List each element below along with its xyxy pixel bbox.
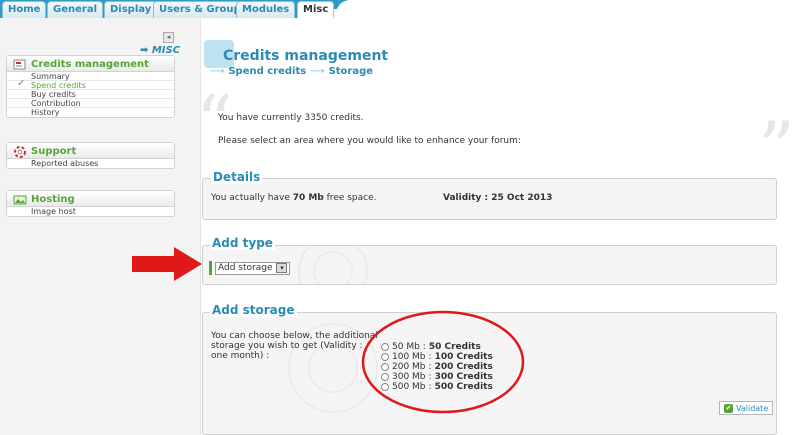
- menu-head-hosting-label: Hosting: [31, 194, 75, 205]
- validate-label: Validate: [736, 403, 769, 413]
- free-space-suffix: free space.: [323, 193, 377, 203]
- close-quote-icon: ”: [758, 106, 795, 190]
- collapse-sidebar-button[interactable]: ◂: [163, 32, 174, 43]
- credits-intro: You have currently 3350 credits.: [218, 113, 364, 123]
- free-space-text: You actually have 70 Mb free space.: [211, 193, 377, 203]
- credits-icon: [13, 59, 27, 71]
- details-fieldset: Details You actually have 70 Mb free spa…: [202, 170, 777, 220]
- tabbar-curve: [336, 0, 799, 18]
- page-title: Credits management: [223, 48, 389, 64]
- free-space-prefix: You actually have: [211, 193, 293, 203]
- breadcrumb: ⟶ Spend credits ⟶ Storage: [210, 66, 373, 77]
- validity-text: Validity : 25 Oct 2013: [443, 193, 553, 203]
- breadcrumb-arrow-icon: ⟶: [210, 66, 225, 77]
- add-type-select[interactable]: Add storage ▾: [215, 261, 291, 275]
- tab-display[interactable]: Display: [104, 1, 158, 18]
- add-storage-legend: Add storage: [210, 303, 297, 317]
- red-arrow-annotation: [132, 247, 202, 281]
- tab-home[interactable]: Home: [2, 1, 47, 18]
- menu-head-support-label: Support: [31, 146, 77, 157]
- top-tab-bar: Home General Display Users & Groups Modu…: [0, 0, 799, 18]
- menu-hosting: Hosting Image host: [6, 190, 175, 217]
- sidebar-item-buy-credits[interactable]: Buy credits: [7, 90, 174, 99]
- sidebar-item-contribution[interactable]: Contribution: [7, 99, 174, 108]
- menu-head-credits-label: Credits management: [31, 59, 149, 70]
- hosting-icon: [13, 194, 27, 206]
- validate-button[interactable]: ✔ Validate: [719, 401, 774, 415]
- sidebar-item-summary[interactable]: Summary: [7, 72, 174, 81]
- swirl-decoration: [298, 246, 368, 284]
- tab-general[interactable]: General: [47, 1, 103, 18]
- menu-credits-management: Credits management Summary ✓ Spend credit…: [6, 55, 175, 118]
- checkmark-icon: ✔: [724, 403, 733, 413]
- check-icon: ✓: [17, 78, 26, 89]
- sidebar-item-reported-abuses[interactable]: Reported abuses: [7, 159, 174, 168]
- credits-amount: 3350 credits.: [304, 113, 364, 123]
- lifebuoy-icon: [13, 145, 27, 158]
- breadcrumb-storage: Storage: [328, 66, 374, 77]
- add-type-selected: Add storage: [218, 263, 273, 273]
- sidebar-item-image-host[interactable]: Image host: [7, 207, 174, 216]
- sidebar-item-history[interactable]: History: [7, 108, 174, 117]
- select-area-text: Please select an area where you would li…: [218, 136, 521, 146]
- swirl-decoration: [313, 251, 353, 284]
- free-space-value: 70 Mb: [292, 193, 324, 203]
- sidebar: ◂ ➡ MISC Credits management Summary ✓ Spe…: [0, 18, 201, 435]
- menu-head-support[interactable]: Support: [7, 143, 174, 159]
- sidebar-item-spend-credits-label: Spend credits: [31, 81, 86, 90]
- menu-head-hosting[interactable]: Hosting: [7, 191, 174, 207]
- details-legend: Details: [211, 170, 263, 184]
- storage-description: You can choose below, the additional sto…: [211, 331, 378, 361]
- menu-support: Support Reported abuses: [6, 142, 175, 169]
- menu-head-credits[interactable]: Credits management: [7, 56, 174, 72]
- sidebar-item-spend-credits[interactable]: ✓ Spend credits: [7, 78, 174, 90]
- tab-modules[interactable]: Modules: [236, 1, 296, 18]
- credits-intro-prefix: You have currently: [218, 113, 305, 123]
- add-type-fieldset: Add storage ▾: [202, 245, 777, 285]
- red-ellipse-annotation: [361, 310, 525, 414]
- chevron-down-icon[interactable]: ▾: [276, 263, 288, 273]
- add-type-select-wrap: Add storage ▾: [209, 261, 291, 275]
- tab-misc[interactable]: Misc: [297, 1, 335, 18]
- breadcrumb-spend-credits[interactable]: Spend credits: [228, 66, 306, 77]
- breadcrumb-arrow-icon: ⟶: [310, 66, 325, 77]
- add-type-legend: Add type: [210, 236, 275, 250]
